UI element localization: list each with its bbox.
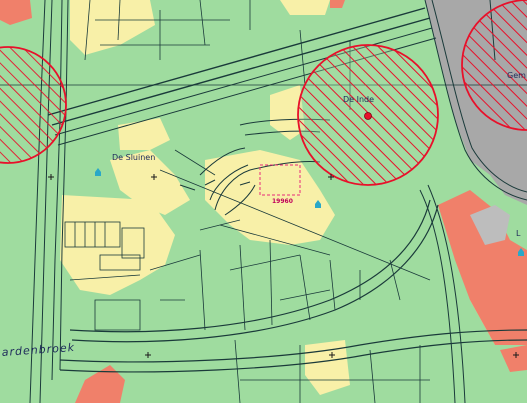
label-plot-code: 19960 <box>272 198 293 205</box>
map-canvas[interactable]: De Sluinen De Inde 19960 ardenbroek Gem … <box>0 0 527 403</box>
label-de-inde: De Inde <box>343 95 374 104</box>
location-marker-icon[interactable] <box>364 112 372 120</box>
label-edge: L <box>516 229 521 238</box>
label-gem: Gem <box>507 71 526 80</box>
map-svg[interactable]: De Sluinen De Inde 19960 ardenbroek Gem … <box>0 0 527 403</box>
label-de-sluinen: De Sluinen <box>112 153 155 162</box>
